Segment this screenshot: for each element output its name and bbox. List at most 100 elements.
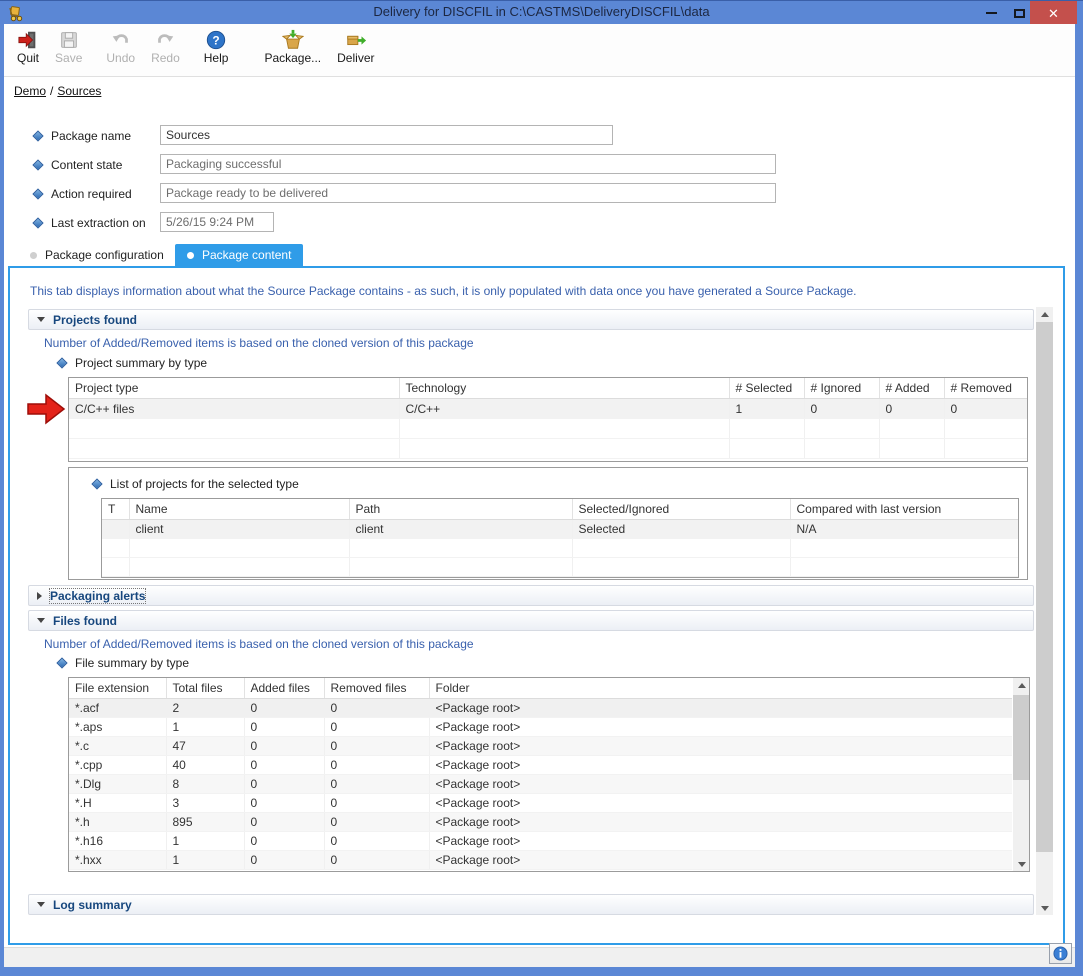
project-list-table: TNamePathSelected/IgnoredCompared with l… bbox=[102, 499, 1018, 577]
table-cell bbox=[69, 439, 399, 459]
column-header: # Added bbox=[879, 378, 944, 399]
table-cell: 0 bbox=[244, 699, 324, 718]
table-cell bbox=[102, 520, 129, 539]
field-content-state: Content state bbox=[34, 158, 122, 172]
table-row-empty bbox=[102, 558, 1018, 577]
field-action-required: Action required bbox=[34, 187, 132, 201]
table-cell: <Package root> bbox=[429, 718, 1012, 737]
table-row[interactable]: *.h89500<Package root> bbox=[69, 813, 1012, 832]
undo-label: Undo bbox=[106, 51, 135, 65]
column-header: File extension bbox=[69, 678, 166, 699]
scroll-down-icon[interactable] bbox=[1036, 901, 1053, 915]
table-cell bbox=[572, 558, 790, 577]
panel-scrollbar[interactable] bbox=[1036, 307, 1053, 915]
info-button[interactable] bbox=[1049, 943, 1072, 964]
diamond-icon bbox=[91, 478, 102, 489]
table-header-row: Project typeTechnology# Selected# Ignore… bbox=[69, 378, 1028, 399]
table-cell: <Package root> bbox=[429, 794, 1012, 813]
deliver-button[interactable]: Deliver bbox=[332, 28, 379, 66]
table-cell: 0 bbox=[324, 756, 429, 775]
section-header-projects-found[interactable]: Projects found bbox=[28, 309, 1034, 330]
diamond-icon bbox=[32, 188, 43, 199]
breadcrumb-link-sources[interactable]: Sources bbox=[57, 84, 101, 98]
field-package-name: Package name bbox=[34, 129, 131, 143]
table-row[interactable]: *.aps100<Package root> bbox=[69, 718, 1012, 737]
table-cell: 2 bbox=[166, 699, 244, 718]
collapse-triangle-icon bbox=[37, 902, 45, 907]
package-button[interactable]: Package... bbox=[259, 28, 326, 66]
scrollbar-thumb[interactable] bbox=[1013, 695, 1030, 780]
table-cell: 0 bbox=[324, 699, 429, 718]
table-cell: 0 bbox=[944, 399, 1028, 419]
column-header: Project type bbox=[69, 378, 399, 399]
table-cell bbox=[944, 419, 1028, 439]
tab-package-content[interactable]: Package content bbox=[175, 244, 303, 266]
file-summary-table: File extensionTotal filesAdded filesRemo… bbox=[69, 678, 1012, 870]
table-cell bbox=[804, 419, 879, 439]
status-bar bbox=[4, 947, 1075, 967]
help-button[interactable]: ? Help bbox=[199, 28, 234, 66]
table-row[interactable]: clientclientSelectedN/A bbox=[102, 520, 1018, 539]
column-header: Total files bbox=[166, 678, 244, 699]
table-row[interactable]: *.H300<Package root> bbox=[69, 794, 1012, 813]
table-cell: *.Dlg bbox=[69, 775, 166, 794]
column-header: Removed files bbox=[324, 678, 429, 699]
table-cell: client bbox=[349, 520, 572, 539]
table-cell bbox=[399, 439, 729, 459]
window-border-right bbox=[1075, 24, 1083, 976]
close-button[interactable]: ✕ bbox=[1030, 1, 1077, 25]
column-header: Name bbox=[129, 499, 349, 520]
table-row[interactable]: *.cpp4000<Package root> bbox=[69, 756, 1012, 775]
scroll-up-icon[interactable] bbox=[1036, 307, 1053, 321]
minimize-button[interactable] bbox=[977, 1, 1005, 25]
table-cell bbox=[729, 419, 804, 439]
section-header-files-found[interactable]: Files found bbox=[28, 610, 1034, 631]
project-list-container: List of projects for the selected type T… bbox=[68, 467, 1028, 580]
table-cell: *.h bbox=[69, 813, 166, 832]
quit-button[interactable]: Quit bbox=[12, 28, 44, 66]
table-cell: 0 bbox=[324, 813, 429, 832]
table-row[interactable]: *.hxx100<Package root> bbox=[69, 851, 1012, 870]
table-row[interactable]: *.acf200<Package root> bbox=[69, 699, 1012, 718]
scrollbar-thumb[interactable] bbox=[1036, 322, 1053, 852]
tab-package-configuration[interactable]: Package configuration bbox=[30, 244, 164, 266]
files-table-scrollbar[interactable] bbox=[1013, 678, 1030, 871]
section-title: Files found bbox=[53, 614, 117, 628]
table-cell bbox=[879, 419, 944, 439]
diamond-icon bbox=[56, 357, 67, 368]
table-cell bbox=[879, 439, 944, 459]
table-cell: 0 bbox=[244, 794, 324, 813]
scroll-up-icon[interactable] bbox=[1013, 678, 1030, 692]
scroll-down-icon[interactable] bbox=[1013, 857, 1030, 871]
table-cell: <Package root> bbox=[429, 756, 1012, 775]
action-required-input[interactable] bbox=[160, 183, 776, 203]
package-label: Package... bbox=[264, 51, 321, 65]
table-row[interactable]: C/C++ filesC/C++1000 bbox=[69, 399, 1028, 419]
table-cell: *.H bbox=[69, 794, 166, 813]
section-header-packaging-alerts[interactable]: Packaging alerts bbox=[28, 585, 1034, 606]
table-cell: *.c bbox=[69, 737, 166, 756]
maximize-button[interactable] bbox=[1005, 1, 1033, 25]
title-bar: Delivery for DISCFIL in C:\CASTMS\Delive… bbox=[0, 0, 1083, 24]
table-header-row: TNamePathSelected/IgnoredCompared with l… bbox=[102, 499, 1018, 520]
table-cell bbox=[790, 558, 1018, 577]
minimize-icon bbox=[986, 12, 997, 14]
content-state-input[interactable] bbox=[160, 154, 776, 174]
table-cell: Selected bbox=[572, 520, 790, 539]
table-cell: 0 bbox=[244, 756, 324, 775]
breadcrumb-link-demo[interactable]: Demo bbox=[14, 84, 46, 98]
collapse-triangle-icon bbox=[37, 317, 45, 322]
section-header-log-summary[interactable]: Log summary bbox=[28, 894, 1034, 915]
package-name-label: Package name bbox=[51, 129, 131, 143]
table-cell bbox=[804, 439, 879, 459]
table-cell bbox=[349, 558, 572, 577]
table-cell: <Package root> bbox=[429, 813, 1012, 832]
table-row[interactable]: *.c4700<Package root> bbox=[69, 737, 1012, 756]
table-cell: 40 bbox=[166, 756, 244, 775]
last-extraction-input[interactable] bbox=[160, 212, 274, 232]
content-state-label: Content state bbox=[51, 158, 122, 172]
package-name-input[interactable] bbox=[160, 125, 613, 145]
table-row[interactable]: *.Dlg800<Package root> bbox=[69, 775, 1012, 794]
package-box-icon bbox=[282, 29, 304, 51]
table-row[interactable]: *.h16100<Package root> bbox=[69, 832, 1012, 851]
